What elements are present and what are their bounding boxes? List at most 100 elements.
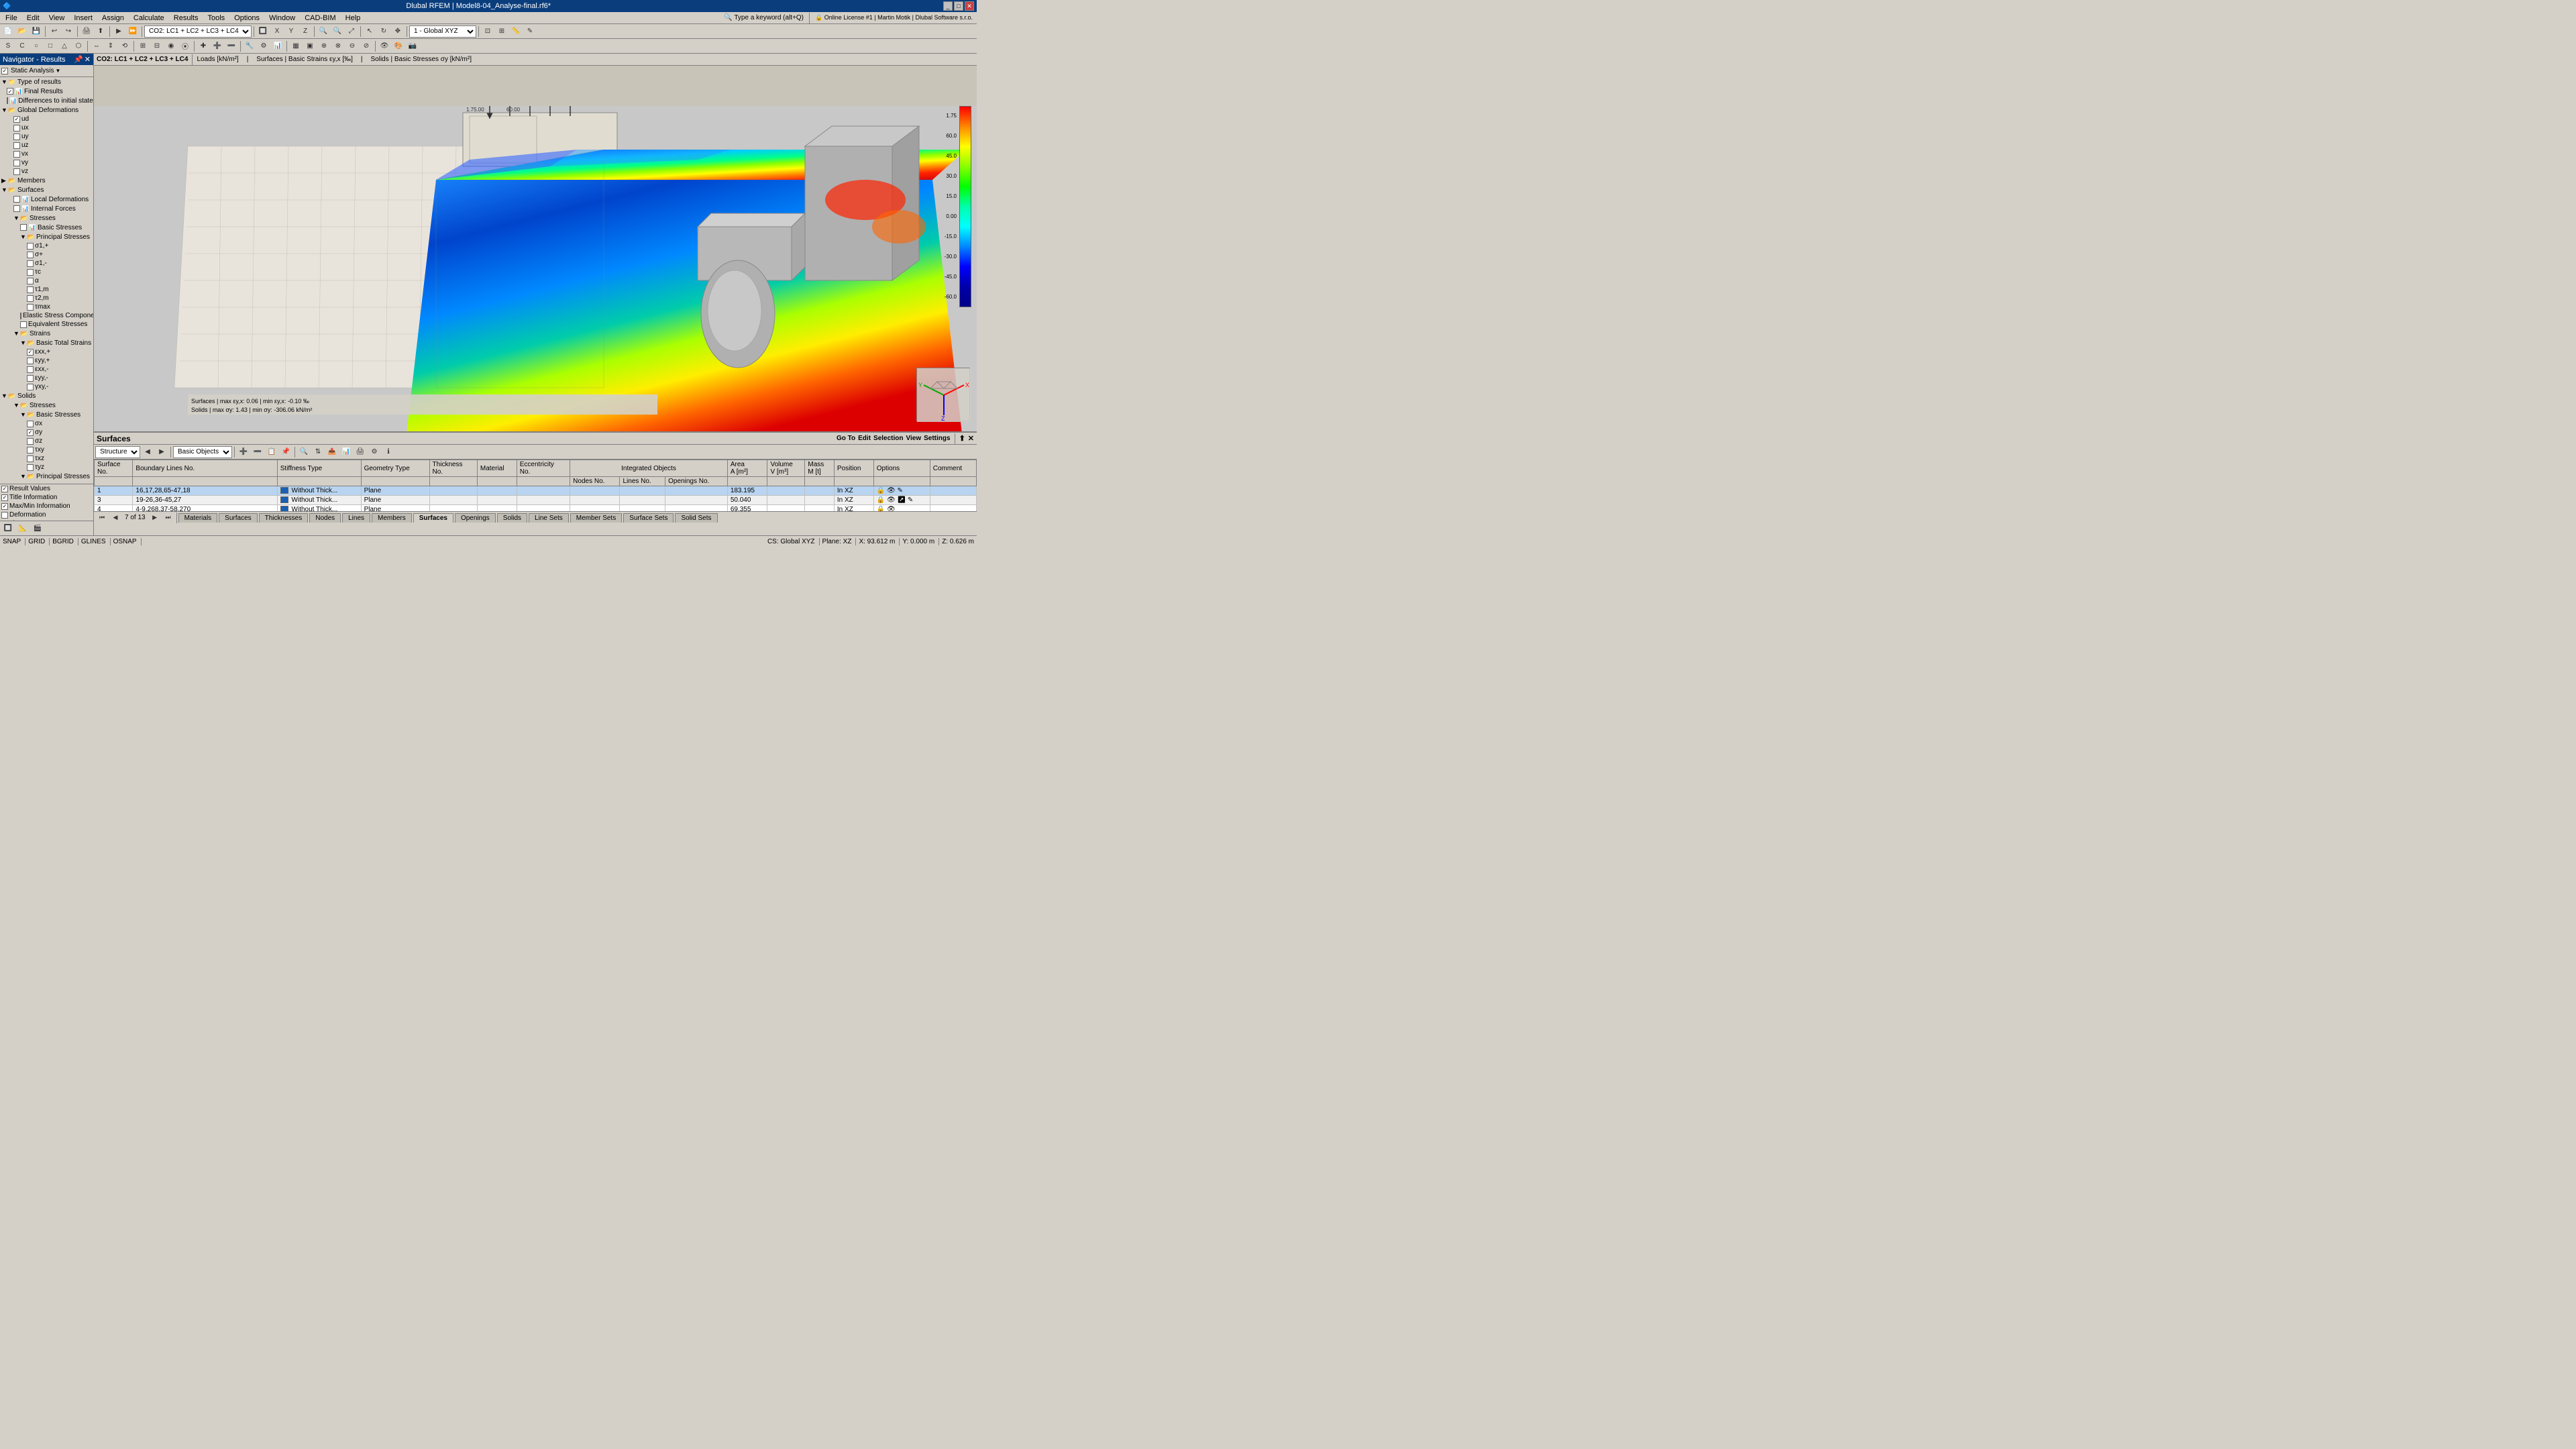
panel-add-btn[interactable]: ➕ bbox=[237, 446, 250, 458]
vz-cb[interactable] bbox=[13, 168, 20, 175]
uy-cb[interactable] bbox=[13, 133, 20, 140]
grid-label[interactable]: GRID bbox=[28, 538, 45, 545]
basic-stress-cb[interactable] bbox=[20, 224, 27, 231]
nav-final-results[interactable]: 📊 Final Results bbox=[0, 87, 93, 96]
snap-btn[interactable]: ⊡ bbox=[481, 25, 494, 38]
navigator-close[interactable]: ✕ bbox=[85, 55, 91, 64]
axis-combo[interactable]: 1 - Global XYZ bbox=[409, 25, 476, 38]
nav-btn2[interactable]: 📐 bbox=[16, 523, 30, 535]
nav-s2p[interactable]: σ+ bbox=[0, 250, 93, 259]
minimize-button[interactable]: _ bbox=[943, 1, 953, 11]
nav-txz[interactable]: τxz bbox=[0, 454, 93, 463]
tab-line-sets[interactable]: Line Sets bbox=[529, 513, 569, 523]
redo-btn[interactable]: ↪ bbox=[62, 25, 75, 38]
tab-solids[interactable]: Solids bbox=[497, 513, 527, 523]
int-forces-cb[interactable] bbox=[13, 205, 20, 212]
view3d-btn[interactable]: 🔲 bbox=[256, 25, 270, 38]
first-page-btn[interactable]: ⏮ bbox=[95, 512, 109, 524]
panel-export-btn[interactable]: 📤 bbox=[325, 446, 339, 458]
tb2-snap1[interactable]: ▦ bbox=[289, 40, 303, 52]
nav-sz[interactable]: σz bbox=[0, 437, 93, 445]
tb2-btn5[interactable]: △ bbox=[58, 40, 71, 52]
nav-stresses[interactable]: ▼ 📂 Stresses bbox=[0, 213, 93, 223]
undo-btn[interactable]: ↩ bbox=[48, 25, 61, 38]
menu-file[interactable]: File bbox=[1, 13, 21, 23]
last-page-btn[interactable]: ⏭ bbox=[162, 512, 175, 524]
zoom-in-btn[interactable]: 🔍 bbox=[317, 25, 330, 38]
tab-thicknesses[interactable]: Thicknesses bbox=[259, 513, 309, 523]
menu-calculate[interactable]: Calculate bbox=[129, 13, 168, 23]
tab-lines[interactable]: Lines bbox=[342, 513, 370, 523]
nav-title-info[interactable]: Title Information bbox=[0, 493, 93, 502]
tb2-btn13[interactable]: ⦿ bbox=[178, 40, 192, 52]
maximize-button[interactable]: □ bbox=[954, 1, 963, 11]
save-btn[interactable]: 💾 bbox=[30, 25, 43, 38]
ud-cb[interactable] bbox=[13, 116, 20, 123]
tb2-btn17[interactable]: 🔧 bbox=[243, 40, 256, 52]
panel-type-select[interactable]: Structure bbox=[95, 446, 140, 458]
nav-global-def[interactable]: ▼ 📂 Global Deformations bbox=[0, 105, 93, 115]
menu-options[interactable]: Options bbox=[230, 13, 264, 23]
nav-basic-stresses[interactable]: 📊 Basic Stresses bbox=[0, 223, 93, 232]
nav-s1m[interactable]: σ1,- bbox=[0, 259, 93, 268]
nav-ud[interactable]: ud bbox=[0, 115, 93, 123]
menu-results[interactable]: Results bbox=[170, 13, 203, 23]
export-btn[interactable]: ⬆ bbox=[94, 25, 107, 38]
panel-sort-btn[interactable]: ⇅ bbox=[311, 446, 325, 458]
tab-surface-sets[interactable]: Surface Sets bbox=[623, 513, 674, 523]
prev-page-btn[interactable]: ◀ bbox=[109, 512, 122, 524]
panel-tb-btn2[interactable]: ▶ bbox=[155, 446, 168, 458]
select-btn[interactable]: ↖ bbox=[363, 25, 376, 38]
calc2-btn[interactable]: ⏩ bbox=[126, 25, 140, 38]
viewport[interactable]: CO2: LC1 + LC2 + LC3 + LC4 Loads [kN/m²]… bbox=[94, 54, 977, 535]
panel-tb-btn1[interactable]: ◀ bbox=[141, 446, 154, 458]
nav-s1p[interactable]: σ1,+ bbox=[0, 241, 93, 250]
panel-print-btn[interactable]: 🖨 bbox=[354, 446, 367, 458]
panel-filter-btn[interactable]: 🔍 bbox=[297, 446, 311, 458]
menu-insert[interactable]: Insert bbox=[70, 13, 97, 23]
close-button[interactable]: ✕ bbox=[965, 1, 974, 11]
tb2-btn19[interactable]: 📊 bbox=[271, 40, 284, 52]
static-analysis-checkbox[interactable] bbox=[1, 68, 8, 74]
tab-nodes[interactable]: Nodes bbox=[309, 513, 341, 523]
table-row[interactable]: 3 19-26,36-45,27 Without Thick... Plane bbox=[95, 496, 977, 505]
next-page-btn[interactable]: ▶ bbox=[148, 512, 162, 524]
nav-vx[interactable]: vx bbox=[0, 150, 93, 158]
view-z-btn[interactable]: Z bbox=[299, 25, 312, 38]
move-btn[interactable]: ✥ bbox=[391, 25, 405, 38]
nav-local-def[interactable]: 📊 Local Deformations bbox=[0, 195, 93, 204]
tab-members[interactable]: Members bbox=[372, 513, 412, 523]
calc-btn[interactable]: ▶ bbox=[112, 25, 125, 38]
nav-equiv-stress[interactable]: Equivalent Stresses bbox=[0, 320, 93, 329]
tb2-btn18[interactable]: ⚙ bbox=[257, 40, 270, 52]
nav-btn1[interactable]: 🔲 bbox=[1, 523, 15, 535]
panel-del-btn[interactable]: ➖ bbox=[251, 446, 264, 458]
tb2-vis2[interactable]: 🎨 bbox=[392, 40, 405, 52]
search-box[interactable]: 🔍 Type a keyword (alt+Q) bbox=[721, 14, 806, 21]
nav-t2m[interactable]: τ2,m bbox=[0, 294, 93, 303]
nav-surfaces[interactable]: ▼ 📂 Surfaces bbox=[0, 185, 93, 195]
nav-sx[interactable]: σx bbox=[0, 419, 93, 428]
uz-cb[interactable] bbox=[13, 142, 20, 149]
nav-btn3[interactable]: 🎬 bbox=[31, 523, 44, 535]
nav-principal-stresses[interactable]: ▼ 📂 Principal Stresses bbox=[0, 232, 93, 241]
measure-btn[interactable]: 📏 bbox=[509, 25, 523, 38]
tb2-snap6[interactable]: ⊘ bbox=[360, 40, 373, 52]
tb2-btn10[interactable]: ⊞ bbox=[136, 40, 150, 52]
tb2-btn11[interactable]: ⊟ bbox=[150, 40, 164, 52]
menu-assign[interactable]: Assign bbox=[98, 13, 128, 23]
menu-view[interactable]: View bbox=[45, 13, 69, 23]
tb2-btn6[interactable]: ⬡ bbox=[72, 40, 85, 52]
panel-excel-btn[interactable]: 📊 bbox=[339, 446, 353, 458]
tb2-btn4[interactable]: □ bbox=[44, 40, 57, 52]
table-row[interactable]: 1 16,17,28,65-47,18 Without Thick... Pla… bbox=[95, 486, 977, 496]
window-controls[interactable]: _ □ ✕ bbox=[943, 1, 974, 11]
rotate-btn[interactable]: ↻ bbox=[377, 25, 390, 38]
new-btn[interactable]: 📄 bbox=[1, 25, 15, 38]
nav-eyy[interactable]: εyy,+ bbox=[0, 356, 93, 365]
tab-surfaces-active[interactable]: Surfaces bbox=[413, 513, 453, 523]
nav-exx[interactable]: εxx,+ bbox=[0, 347, 93, 356]
open-btn[interactable]: 📂 bbox=[15, 25, 29, 38]
nav-solids[interactable]: ▼ 📂 Solids bbox=[0, 391, 93, 400]
view-x-btn[interactable]: X bbox=[270, 25, 284, 38]
